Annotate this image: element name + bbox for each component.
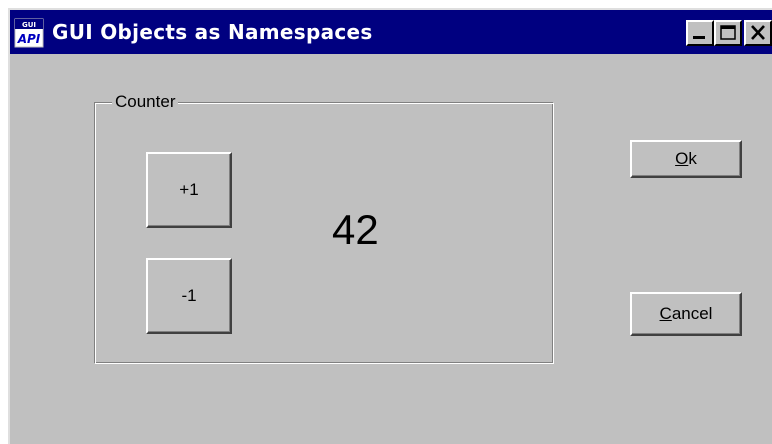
minimize-button[interactable] xyxy=(686,20,714,46)
close-button[interactable] xyxy=(744,20,772,46)
title-bar[interactable]: GUI API GUI Objects as Namespaces xyxy=(10,10,772,54)
app-window: GUI API GUI Objects as Namespaces Counte… xyxy=(8,8,772,444)
ok-button[interactable]: Ok xyxy=(630,140,742,178)
counter-group-label: Counter xyxy=(112,92,179,112)
increment-button[interactable]: +1 xyxy=(146,152,232,228)
decrement-button[interactable]: -1 xyxy=(146,258,232,334)
decrement-button-label: -1 xyxy=(181,286,197,305)
cancel-button[interactable]: Cancel xyxy=(630,292,742,336)
counter-value: 42 xyxy=(332,206,379,253)
app-icon-label-top: GUI xyxy=(22,21,36,29)
cancel-button-label: ancel xyxy=(671,304,713,323)
close-icon xyxy=(751,25,765,40)
minimize-icon xyxy=(693,36,705,39)
window-title: GUI Objects as Namespaces xyxy=(52,20,373,44)
increment-button-label: +1 xyxy=(179,180,199,199)
app-icon[interactable]: GUI API xyxy=(14,18,44,48)
maximize-icon xyxy=(720,25,736,40)
app-icon-label-bottom: API xyxy=(17,32,41,46)
maximize-button[interactable] xyxy=(714,20,742,46)
ok-button-mnemonic: O xyxy=(675,149,689,168)
ok-button-label: k xyxy=(688,149,697,168)
cancel-button-mnemonic: C xyxy=(659,304,672,323)
